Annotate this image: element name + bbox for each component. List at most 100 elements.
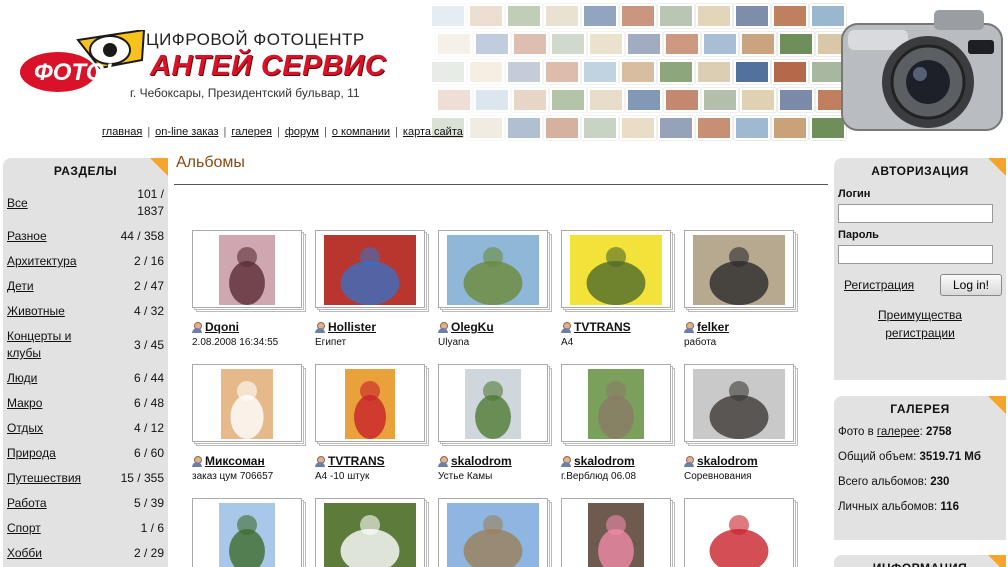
album-cover[interactable]: [192, 230, 302, 308]
nav-link[interactable]: форум: [285, 126, 319, 138]
album-cover[interactable]: [438, 498, 548, 567]
section-item: Отдых 4 / 12: [7, 416, 164, 441]
section-link[interactable]: Хобби: [7, 545, 42, 562]
album-cover[interactable]: [561, 364, 671, 442]
mosaic-photo-tile: [664, 32, 700, 56]
nav-link[interactable]: on-line заказ: [155, 126, 218, 138]
wedding-thumbnail: [221, 369, 273, 439]
registration-benefits-link[interactable]: Преимущества регистрации: [834, 296, 1006, 342]
title-divider: [174, 184, 828, 185]
section-link[interactable]: Природа: [7, 445, 56, 462]
album-owner-link[interactable]: Миксоман: [205, 454, 265, 468]
mosaic-photo-tile: [544, 116, 580, 140]
section-item: Концерты и клубы 3 / 45: [7, 324, 164, 366]
stat-volume-value: 3519.71 Мб: [919, 451, 981, 463]
mountains-thumbnail: [447, 503, 539, 567]
section-link[interactable]: Разное: [7, 228, 47, 245]
mosaic-photo-tile: [772, 4, 808, 28]
album-owner-link[interactable]: Hollister: [328, 320, 376, 334]
album-card: TVTRANS A4 -10 штук: [315, 364, 433, 482]
panel-corner-accent: [150, 158, 168, 176]
section-link[interactable]: Спорт: [7, 520, 41, 537]
login-button[interactable]: Log in!: [940, 274, 1002, 296]
album-cover[interactable]: [315, 498, 425, 567]
album-frame: [561, 364, 675, 446]
gallery-stats-panel: ГАЛЕРЕЯ Фото в галерее: 2758 Общий объем…: [834, 396, 1006, 540]
album-frame: [315, 230, 429, 312]
album-owner-link[interactable]: skalodrom: [574, 454, 635, 468]
group-photo-thumbnail: [693, 235, 785, 305]
section-item: Работа 5 / 39: [7, 491, 164, 516]
album-owner-link[interactable]: OlegKu: [451, 320, 494, 334]
section-link[interactable]: Все: [7, 195, 28, 212]
nav-link[interactable]: главная: [102, 126, 142, 138]
panel-corner-accent: [988, 396, 1006, 414]
mosaic-photo-tile: [436, 32, 472, 56]
password-input[interactable]: [838, 245, 993, 264]
mosaic-photo-tile: [512, 88, 548, 112]
album-cover[interactable]: [315, 230, 425, 308]
pines-thumbnail: [219, 503, 275, 567]
album-owner-link[interactable]: skalodrom: [451, 454, 512, 468]
album-owner: skalodrom: [438, 454, 556, 468]
mosaic-photo-tile: [626, 32, 662, 56]
album-cover[interactable]: [315, 364, 425, 442]
section-link[interactable]: Дети: [7, 278, 34, 295]
section-link[interactable]: Люди: [7, 370, 37, 387]
section-item: Путешествия 15 / 355: [7, 466, 164, 491]
section-link[interactable]: Животные: [7, 303, 65, 320]
album-cover[interactable]: [684, 498, 794, 567]
album-cover[interactable]: [192, 364, 302, 442]
album-cover[interactable]: [684, 230, 794, 308]
album-caption: Устье Камы: [438, 471, 493, 482]
gallery-link[interactable]: галерее: [877, 426, 920, 438]
user-icon: [561, 321, 572, 333]
restaurant-man-thumbnail: [324, 235, 416, 305]
album-cover[interactable]: [438, 364, 548, 442]
stat-volume-label: Общий объем:: [838, 451, 920, 463]
mosaic-photo-tile: [696, 116, 732, 140]
user-icon: [315, 321, 326, 333]
album-cover[interactable]: [684, 364, 794, 442]
album-cover[interactable]: [438, 230, 548, 308]
section-link[interactable]: Концерты и клубы: [7, 328, 89, 362]
nav-link[interactable]: о компании: [332, 126, 390, 138]
album-owner-link[interactable]: felker: [697, 320, 729, 334]
album-caption: Египет: [315, 337, 347, 348]
section-link[interactable]: Работа: [7, 495, 47, 512]
section-link[interactable]: Архитектура: [7, 253, 77, 270]
company-address: г. Чебоксары, Президентский бульвар, 11: [130, 86, 360, 100]
mosaic-photo-tile: [544, 60, 580, 84]
album-owner-link[interactable]: TVTRANS: [574, 320, 631, 334]
album-owner: Dqoni: [192, 320, 310, 334]
register-link[interactable]: Регистрация: [844, 278, 914, 292]
album-owner-link[interactable]: Dqoni: [205, 320, 239, 334]
section-link[interactable]: Макро: [7, 395, 42, 412]
mosaic-photo-tile: [658, 4, 694, 28]
user-icon: [561, 455, 572, 467]
info-title: ИНФОРМАЦИЯ: [834, 555, 1006, 567]
yellow-flyer-thumbnail: [570, 235, 662, 305]
mosaic-photo-tile: [702, 88, 738, 112]
section-link[interactable]: Путешествия: [7, 470, 81, 487]
album-card: [315, 498, 433, 567]
album-frame: [192, 498, 306, 567]
mosaic-photo-tile: [772, 116, 808, 140]
section-link[interactable]: Отдых: [7, 420, 43, 437]
album-owner: OlegKu: [438, 320, 556, 334]
section-item: Макро 6 / 48: [7, 391, 164, 416]
album-caption: Ulyana: [438, 337, 470, 348]
album-owner-link[interactable]: TVTRANS: [328, 454, 385, 468]
album-owner-link[interactable]: skalodrom: [697, 454, 758, 468]
album-cover[interactable]: [192, 498, 302, 567]
album-cover[interactable]: [561, 230, 671, 308]
album-owner: Миксоман: [192, 454, 310, 468]
login-input[interactable]: [838, 204, 993, 223]
gallery-title: ГАЛЕРЕЯ: [890, 402, 950, 416]
album-cover[interactable]: [561, 498, 671, 567]
album-frame: [684, 364, 798, 446]
logo-brand-name: АНТЕЙ СЕРВИС: [150, 50, 387, 82]
nav-link[interactable]: карта сайта: [403, 126, 463, 138]
nav-link[interactable]: галерея: [231, 126, 272, 138]
auth-panel: АВТОРИЗАЦИЯ Логин Пароль Регистрация Log…: [834, 158, 1006, 380]
